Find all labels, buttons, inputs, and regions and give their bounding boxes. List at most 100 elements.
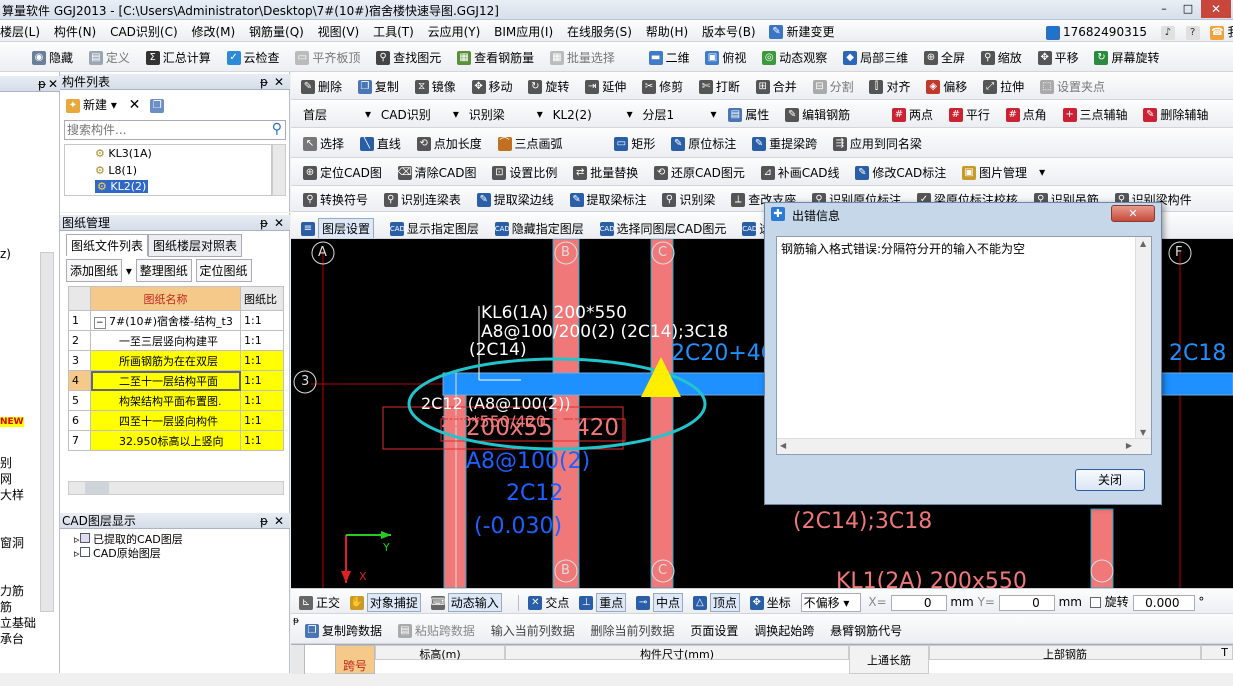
locate-cad-button[interactable]: 定位CAD图 — [320, 164, 382, 181]
table-row[interactable]: 2 一至三层竖向构建平 1:1 — [68, 330, 284, 351]
point-angle-button[interactable]: 点角 — [1023, 106, 1047, 123]
define-button[interactable]: 定义 — [106, 49, 130, 66]
image-mgmt-button[interactable]: 图片管理 — [979, 164, 1027, 181]
perp-snap[interactable]: 重点 — [596, 593, 627, 612]
left-strip-text-9[interactable]: 承台 — [0, 630, 24, 647]
recog-select[interactable]: 识别梁 — [469, 106, 525, 123]
delete-component-icon[interactable]: ✕ — [129, 97, 141, 113]
pin-icon[interactable]: ᵽ — [293, 616, 299, 626]
hide-layer-button[interactable]: 隐藏指定图层 — [512, 220, 584, 237]
account-phone[interactable]: 17682490315 — [1063, 25, 1147, 39]
layer-setting-button[interactable]: 图层设置 — [318, 218, 375, 238]
menu-rebar[interactable]: 钢筋量(Q) — [249, 23, 304, 40]
parallel-button[interactable]: 平行 — [966, 106, 990, 123]
apply-same-button[interactable]: 应用到同名梁 — [850, 135, 922, 152]
align-button[interactable]: 对齐 — [886, 78, 910, 95]
menu-help[interactable]: 帮助(H) — [646, 23, 688, 40]
want-link[interactable]: 我要 — [1227, 25, 1233, 39]
menu-view[interactable]: 视图(V) — [318, 23, 360, 40]
cad-select[interactable]: CAD识别 — [381, 106, 441, 123]
collapse-icon[interactable]: − — [94, 316, 106, 329]
table-row[interactable]: 4 二至十一层结构平面 1:1 — [68, 370, 284, 391]
tree-item-l8[interactable]: ⚙ L8(1) — [95, 164, 137, 177]
arc-button[interactable]: 三点画弧 — [515, 135, 563, 152]
merge-button[interactable]: 合并 — [773, 78, 797, 95]
menu-tools[interactable]: 工具(T) — [373, 23, 414, 40]
menu-version[interactable]: 版本号(B) — [702, 23, 756, 40]
top-view-dropdown[interactable]: 俯视 — [722, 49, 746, 66]
calc-button[interactable]: 汇总计算 — [163, 49, 211, 66]
tree-item-kl2[interactable]: ⚙ KL2(2) — [95, 180, 149, 193]
restore-cad-button[interactable]: 还原CAD图元 — [671, 164, 745, 181]
cantilever-code-button[interactable]: 悬臂钢筋代号 — [830, 622, 902, 639]
convert-symbol-button[interactable]: 转换符号 — [320, 191, 368, 208]
dialog-close-button[interactable]: 关闭 — [1075, 469, 1145, 491]
edit-rebar-button[interactable]: 编辑钢筋 — [802, 106, 850, 123]
table-row[interactable]: 5 构架结构平面布置图. 1:1 — [68, 390, 284, 411]
menu-cad[interactable]: CAD识别(C) — [110, 23, 178, 40]
cad-layer-original[interactable]: ▹ CAD原始图层 — [74, 545, 161, 561]
table-header-ratio[interactable]: 图纸比 — [240, 286, 284, 311]
tab-file-list[interactable]: 图纸文件列表 — [66, 234, 149, 256]
rotate-checkbox[interactable] — [1089, 597, 1101, 608]
offset-button[interactable]: 偏移 — [943, 78, 967, 95]
left-strip-text-3[interactable]: 网 — [0, 470, 12, 487]
intersect-snap[interactable]: 交点 — [545, 594, 569, 611]
three-point-aux-button[interactable]: 三点辅轴 — [1080, 106, 1128, 123]
beam-select[interactable]: KL2(2) — [553, 108, 615, 122]
locate-drawing-button[interactable]: 定位图纸 — [195, 259, 252, 282]
rotate-button[interactable]: 旋转 — [545, 78, 569, 95]
y-input[interactable]: 0 — [998, 594, 1055, 611]
pan-dropdown[interactable]: 平移 — [1055, 49, 1079, 66]
menu-modify[interactable]: 修改(M) — [191, 23, 235, 40]
grip-button[interactable]: 设置夹点 — [1057, 78, 1105, 95]
set-scale-button[interactable]: 设置比例 — [509, 164, 557, 181]
help-icon[interactable]: ? — [1185, 25, 1200, 40]
show-layer-button[interactable]: 显示指定图层 — [407, 220, 479, 237]
ortho-toggle[interactable]: 正交 — [316, 594, 340, 611]
delete-button[interactable]: 删除 — [318, 78, 342, 95]
stretch-button[interactable]: 拉伸 — [1000, 78, 1024, 95]
extract-beam-mark-button[interactable]: 提取梁标注 — [587, 191, 647, 208]
delete-aux-button[interactable]: 删除辅轴 — [1160, 106, 1208, 123]
batch-select-button[interactable]: 批量选择 — [567, 49, 615, 66]
find-button[interactable]: 查找图元 — [393, 49, 441, 66]
left-strip-text-7[interactable]: 筋 — [0, 598, 12, 615]
dialog-hscrollbar[interactable]: ◀ ▶ — [777, 438, 1151, 454]
recog-beam-button[interactable]: 识别梁 — [679, 191, 715, 208]
layer-select[interactable]: 分层1 — [642, 106, 698, 123]
table-row[interactable]: 7 32.950标高以上竖向 1:1 — [68, 430, 284, 451]
line-button[interactable]: 直线 — [377, 135, 401, 152]
grid-header-dims[interactable]: 构件尺寸(mm) — [505, 645, 849, 661]
select-button[interactable]: 选择 — [320, 135, 344, 152]
move-button[interactable]: 移动 — [489, 78, 513, 95]
copy-span-button[interactable]: 复制跨数据 — [322, 622, 382, 639]
tree-item-kl3[interactable]: ⚙ KL3(1A) — [95, 147, 152, 160]
flush-button[interactable]: 平齐板顶 — [312, 49, 360, 66]
paste-span-button[interactable]: 粘贴跨数据 — [415, 622, 475, 639]
table-header-name[interactable]: 图纸名称 — [90, 286, 241, 311]
rectangle-button[interactable]: 矩形 — [631, 135, 655, 152]
2d-dropdown[interactable]: 二维 — [666, 49, 690, 66]
inplace-mark-button[interactable]: 原位标注 — [688, 135, 736, 152]
midpoint-snap[interactable]: 中点 — [653, 593, 684, 612]
bell-icon[interactable]: ♪ — [1160, 25, 1175, 40]
rotate-screen-dropdown[interactable]: 屏幕旋转 — [1111, 49, 1159, 66]
left-strip-scrollbar[interactable] — [40, 252, 54, 612]
dialog-vscrollbar[interactable]: ▲ ▼ — [1135, 237, 1151, 439]
grid-header-span[interactable]: 跨号 — [335, 645, 375, 674]
grid-header-top-rebar[interactable]: 上部钢筋 — [929, 645, 1201, 661]
left-strip-text-0[interactable]: z) — [0, 247, 11, 261]
x-input[interactable]: 0 — [890, 594, 947, 611]
search-icon[interactable]: ⚲ — [272, 121, 282, 137]
batch-replace-button[interactable]: 批量替换 — [590, 164, 638, 181]
zoom-dropdown[interactable]: 缩放 — [998, 49, 1022, 66]
left-strip-text-6[interactable]: 力筋 — [0, 582, 24, 599]
copy-button[interactable]: 复制 — [375, 78, 399, 95]
input-column-button[interactable]: 输入当前列数据 — [491, 622, 575, 639]
offset-select[interactable]: 不偏移 ▾ — [800, 593, 861, 612]
component-scrollbar[interactable] — [272, 144, 286, 196]
dynamic-view-button[interactable]: 动态观察 — [779, 49, 827, 66]
left-strip-text-4[interactable]: 大样 — [0, 486, 24, 503]
view-rebar-button[interactable]: 查看钢筋量 — [474, 49, 534, 66]
